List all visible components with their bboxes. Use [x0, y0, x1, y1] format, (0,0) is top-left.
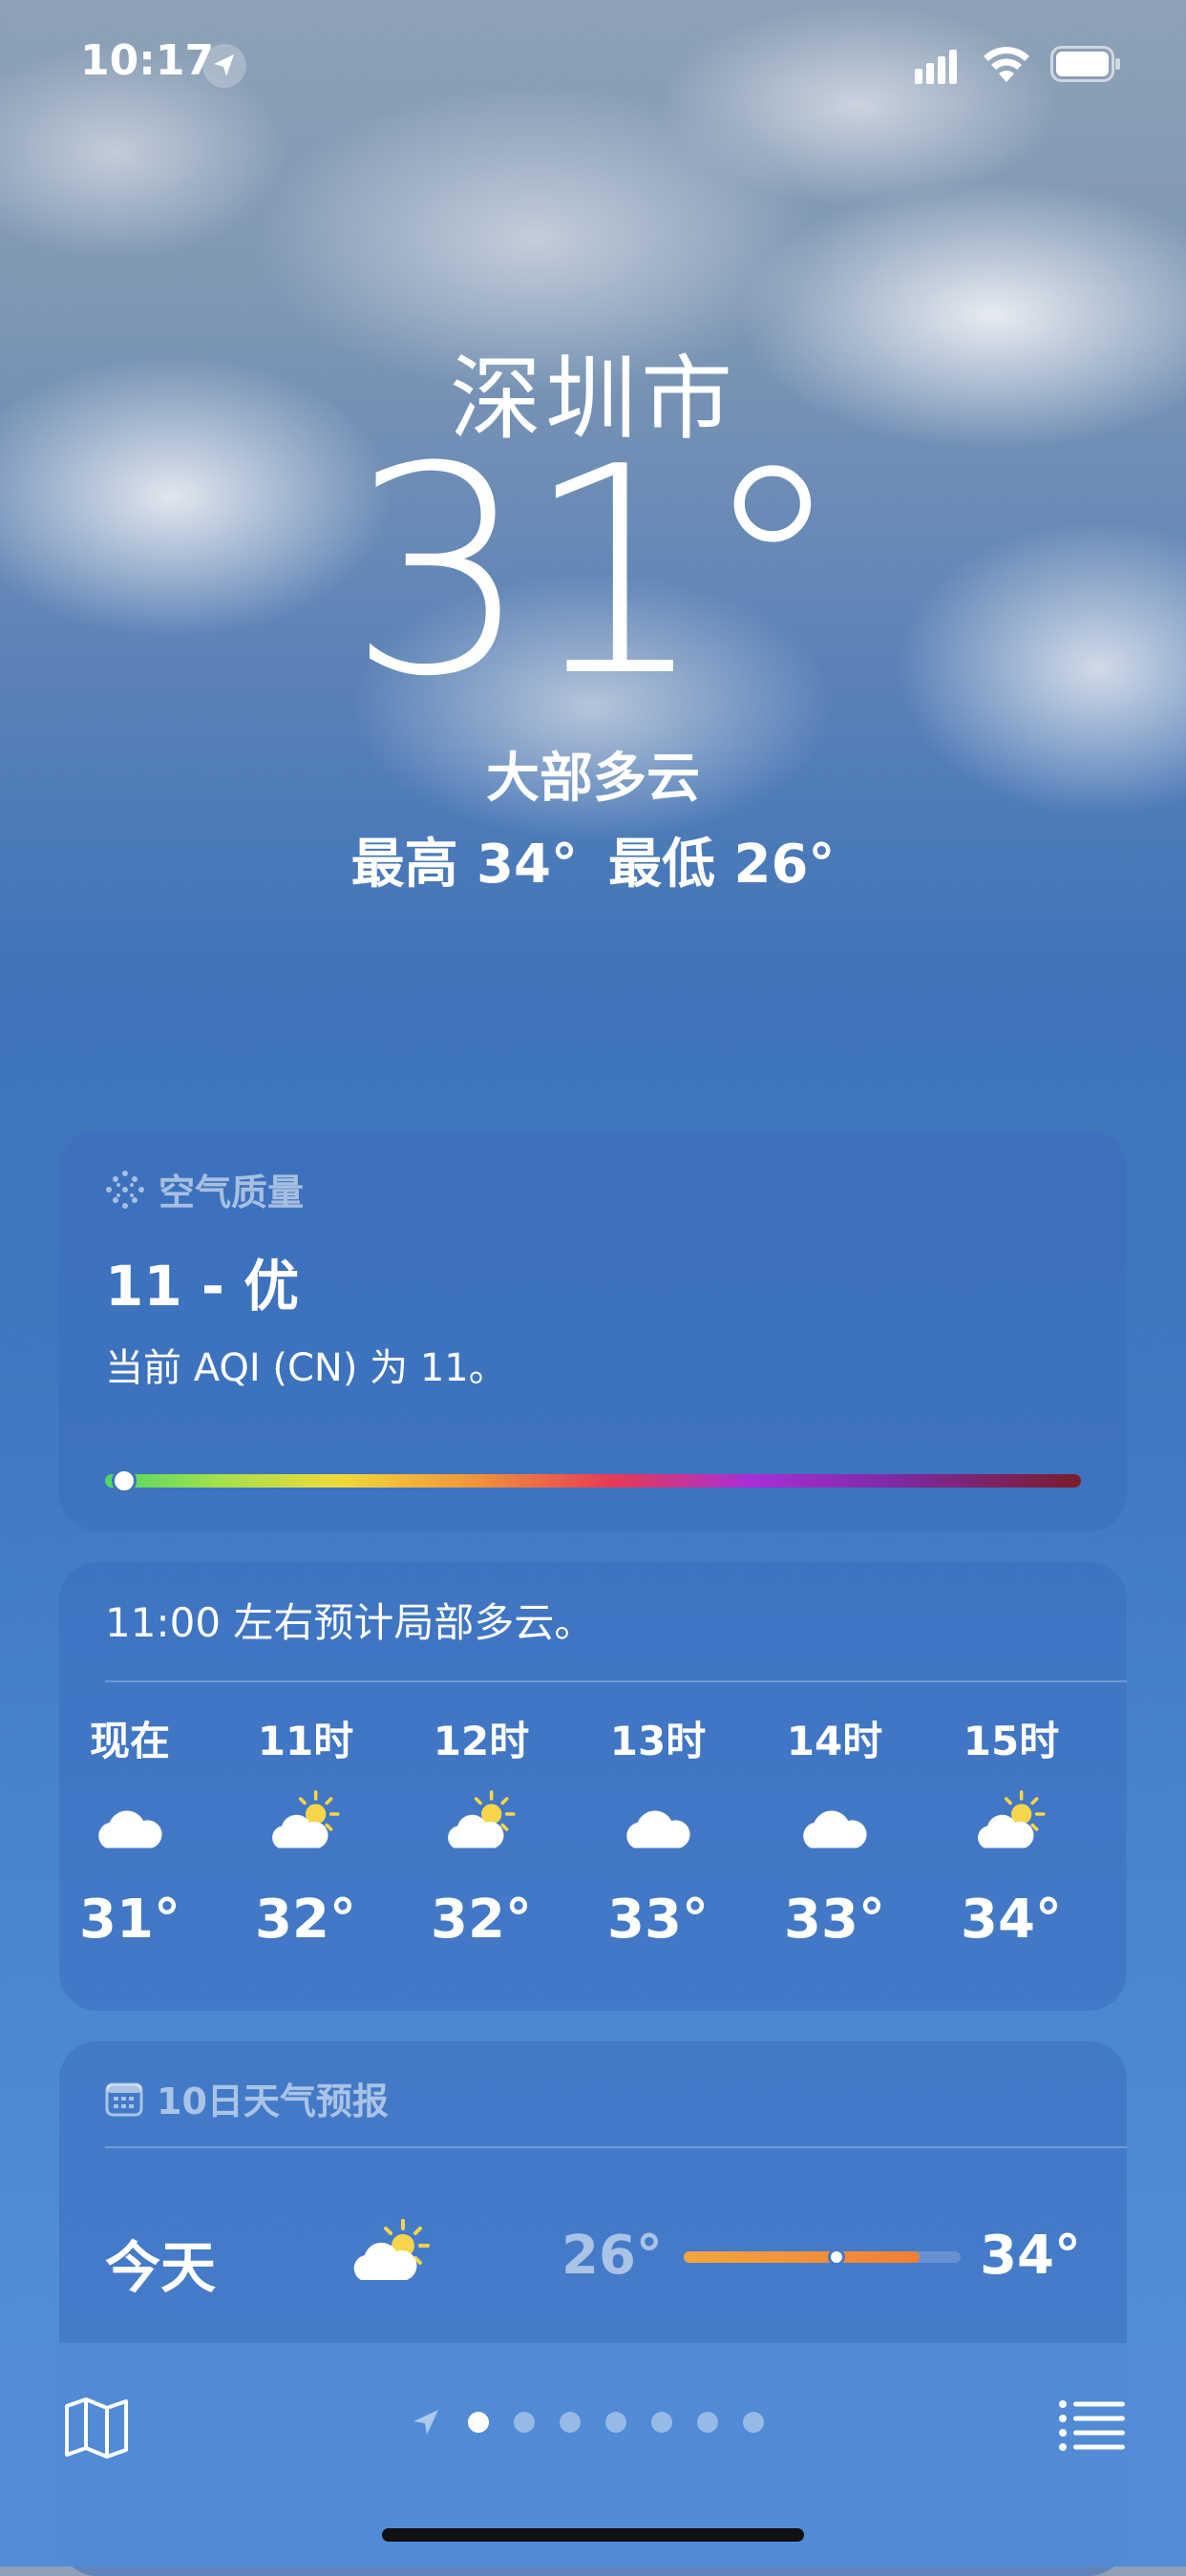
page-indicator[interactable] [0, 2406, 1186, 2444]
partly-sunny-icon [448, 1790, 516, 1848]
partly-sunny-icon [978, 1790, 1046, 1848]
air-quality-header: 空气质量 [105, 1163, 304, 1215]
page-dot[interactable] [604, 2412, 626, 2433]
ten-day-header: 10日天气预报 [105, 2072, 389, 2124]
hour-item: 14时 33° [758, 1709, 911, 1951]
hourly-divider [105, 1680, 1127, 1682]
home-indicator[interactable] [382, 2528, 804, 2542]
hour-temp: 31° [79, 1889, 180, 1951]
bottom-toolbar [0, 2343, 1186, 2566]
page-dot[interactable] [559, 2412, 581, 2433]
hour-temp: 32° [431, 1889, 532, 1951]
low-temperature: 最低 26° [608, 834, 836, 896]
aqi-scale-bar [105, 1474, 1081, 1488]
high-temperature: 最高 34° [350, 834, 578, 896]
calendar-icon [105, 2082, 143, 2116]
partly-sunny-icon [272, 1790, 340, 1848]
hour-label: 13时 [609, 1718, 707, 1764]
hour-item: 现在 31° [53, 1709, 206, 1951]
hour-icon [229, 1784, 382, 1889]
location-page-icon [413, 2410, 439, 2435]
air-quality-card[interactable]: 空气质量 11 - 优 当前 AQI (CN) 为 11。 [59, 1130, 1127, 1531]
current-temperature: 31° [348, 406, 844, 739]
high-low: 最高 34° 最低 26° [0, 821, 1186, 898]
wifi-icon [984, 47, 1029, 82]
partly-sunny-icon [353, 2219, 430, 2280]
hour-label: 11时 [257, 1718, 354, 1764]
hour-icon [935, 1784, 1088, 1889]
aqi-indicator [112, 1468, 138, 1493]
hour-item: 13时 33° [582, 1709, 734, 1951]
page-dot[interactable] [513, 2412, 535, 2433]
weather-condition: 大部多云 [486, 748, 700, 810]
battery-icon [1050, 46, 1120, 82]
hourly-forecast-card[interactable]: 11:00 左右预计局部多云。 现在 31° 11时 32° 12时 32° 13时 33° 1… [59, 1562, 1127, 2011]
hour-label: 现在 [89, 1718, 170, 1764]
cloud-icon [626, 1810, 690, 1848]
day-row-today[interactable]: 今天 26° 34° [105, 2194, 1081, 2318]
day-high-temp: 34° [980, 2225, 1081, 2287]
day-temp-range [684, 2251, 920, 2263]
hourly-list[interactable]: 现在 31° 11时 32° 12时 32° 13时 33° 14时 33° 15时 34° [59, 1709, 1127, 1995]
air-quality-icon [106, 1170, 144, 1209]
hour-temp: 33° [607, 1889, 709, 1951]
cellular-signal-icon [915, 50, 957, 84]
list-icon[interactable] [1058, 2398, 1125, 2452]
hour-item: 11时 32° [229, 1709, 382, 1951]
hour-temp: 33° [784, 1889, 885, 1951]
day-name: 今天 [105, 2235, 217, 2300]
cloud-icon [98, 1810, 162, 1848]
ten-day-title: 10日天气预报 [157, 2080, 389, 2122]
hour-label: 12时 [433, 1718, 530, 1764]
cloud-icon [803, 1810, 867, 1848]
day-current-marker [827, 2249, 845, 2266]
hour-temp: 34° [961, 1889, 1062, 1951]
hour-icon [758, 1784, 911, 1889]
hour-item: 15时 34° [935, 1709, 1088, 1951]
location-arrow-icon [202, 44, 246, 88]
hour-item: 12时 32° [405, 1709, 558, 1951]
status-time: 10:17 [80, 36, 215, 85]
hour-label: 15时 [963, 1718, 1060, 1764]
page-dot[interactable] [467, 2412, 489, 2433]
hour-icon [582, 1784, 734, 1889]
aqi-value: 11 - 优 [105, 1254, 300, 1319]
page-dot[interactable] [742, 2412, 764, 2433]
day-low-temp: 26° [561, 2225, 663, 2287]
ten-day-divider [105, 2146, 1127, 2148]
hour-temp: 32° [255, 1889, 356, 1951]
page-dot[interactable] [650, 2412, 672, 2433]
page-dot[interactable] [696, 2412, 718, 2433]
hour-icon [53, 1784, 206, 1889]
status-bar: 10:17 [0, 0, 1186, 124]
hour-icon [405, 1784, 558, 1889]
hour-label: 14时 [786, 1718, 883, 1764]
hourly-summary: 11:00 左右预计局部多云。 [105, 1599, 595, 1646]
air-quality-title: 空气质量 [159, 1172, 305, 1214]
aqi-description: 当前 AQI (CN) 为 11。 [105, 1346, 507, 1390]
